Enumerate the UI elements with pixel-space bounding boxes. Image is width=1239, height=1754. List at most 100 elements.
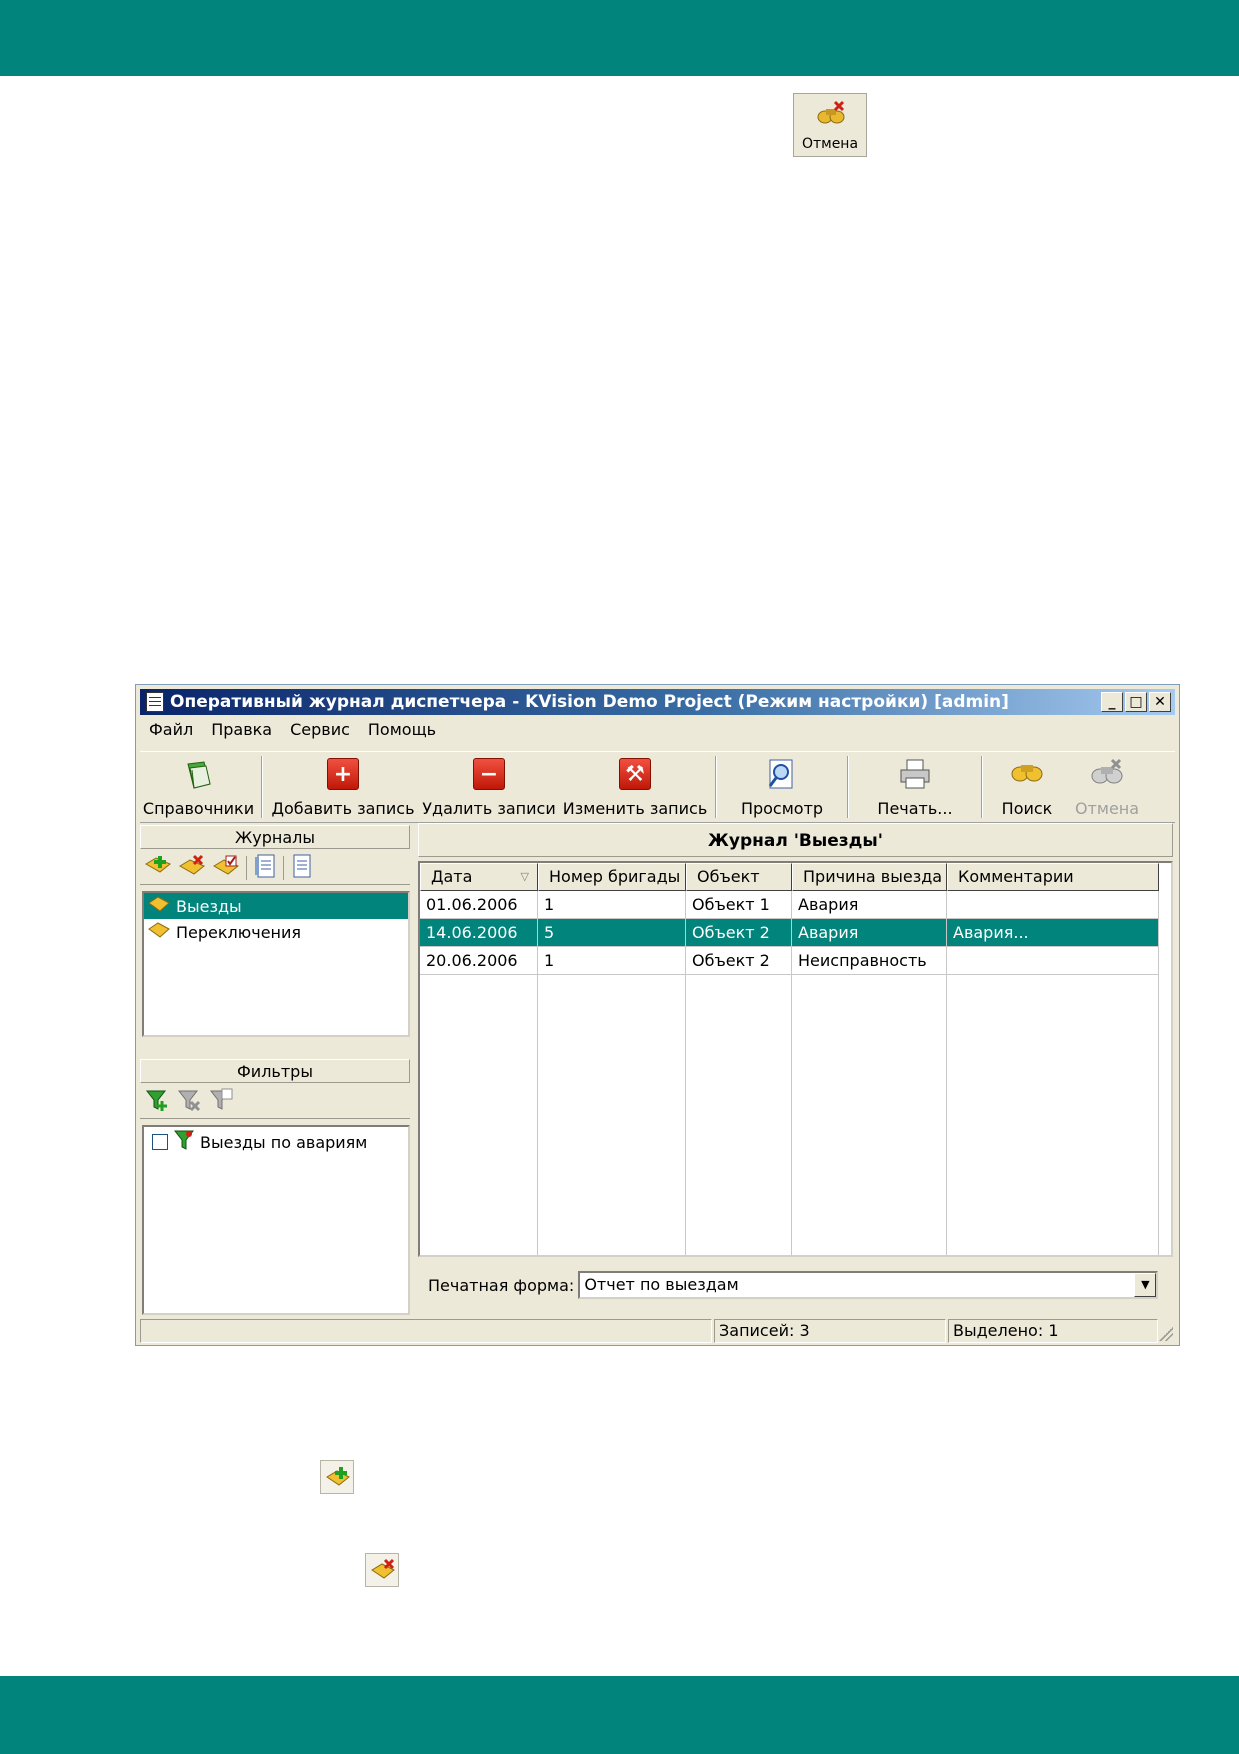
edit-filter-icon[interactable] — [208, 1087, 234, 1117]
add-filter-icon[interactable] — [144, 1087, 170, 1117]
print-form-value: Отчет по выездам — [584, 1275, 739, 1294]
print-label: Печать... — [877, 799, 953, 818]
preview-button[interactable]: Просмотр — [721, 752, 843, 822]
minimize-button[interactable]: _ — [1101, 692, 1123, 712]
filters-list: Выезды по авариям — [142, 1125, 410, 1315]
folder-icon — [148, 895, 170, 917]
delete-records-label: Удалить записи — [422, 799, 556, 818]
filters-header: Фильтры — [140, 1059, 410, 1083]
journal-item-label: Переключения — [176, 922, 302, 942]
toolbar: Справочники + Добавить запись − Удалить … — [140, 751, 1175, 823]
cancel-button-illustration: Отмена — [793, 93, 867, 157]
printer-icon — [898, 758, 932, 794]
print-form-row: Печатная форма: Отчет по выездам ▼ — [418, 1265, 1173, 1305]
add-journal-icon — [320, 1460, 354, 1494]
edit-wrench-icon: ⚒ — [619, 758, 651, 790]
cell-comment — [947, 891, 1159, 919]
column-header-date[interactable]: Дата ▽ — [420, 863, 538, 891]
window-title: Оперативный журнал диспетчера - KVision … — [170, 692, 1009, 712]
preview-label: Просмотр — [740, 799, 824, 818]
search-button[interactable]: Поиск — [987, 752, 1067, 822]
toolbar-separator — [847, 756, 849, 818]
menu-bar: Файл Правка Сервис Помощь — [140, 717, 1175, 741]
chevron-down-icon[interactable]: ▼ — [1134, 1273, 1157, 1297]
journal-properties-icon[interactable] — [253, 853, 277, 883]
journal-item-departures[interactable]: Выезды — [144, 893, 408, 919]
cell-reason: Авария — [792, 919, 947, 947]
cancel-label: Отмена — [1074, 799, 1140, 818]
journal-title: Журнал 'Выезды' — [418, 823, 1173, 857]
add-record-label: Добавить запись — [271, 799, 415, 818]
column-header-reason[interactable]: Причина выезда — [792, 863, 947, 891]
delete-records-button[interactable]: − Удалить записи — [419, 752, 559, 822]
filters-toolbar — [140, 1085, 410, 1119]
journals-header: Журналы — [140, 825, 410, 849]
title-bar: Оперативный журнал диспетчера - KVision … — [140, 689, 1175, 715]
cell-object: Объект 2 — [686, 947, 792, 975]
cell-date: 14.06.2006 — [420, 919, 538, 947]
toolbar-separator — [981, 756, 983, 818]
menu-file[interactable]: Файл — [140, 720, 202, 739]
filter-checkbox[interactable] — [152, 1134, 168, 1150]
menu-edit[interactable]: Правка — [202, 720, 281, 739]
cell-comment: Авария... — [947, 919, 1159, 947]
book-icon — [182, 758, 216, 796]
window-controls: _ □ ✕ — [1101, 692, 1171, 712]
print-form-label: Печатная форма: — [428, 1275, 575, 1295]
status-bar: Записей: 3 Выделено: 1 — [140, 1319, 1175, 1343]
add-record-button[interactable]: + Добавить запись — [267, 752, 419, 822]
edit-journal-icon[interactable] — [212, 854, 240, 882]
table-row-selected[interactable]: 14.06.2006 5 Объект 2 Авария Авария... — [420, 919, 1159, 947]
filter-item[interactable]: Выезды по авариям — [144, 1127, 408, 1157]
add-red-icon: + — [327, 758, 359, 790]
print-button[interactable]: Печать... — [853, 752, 977, 822]
cell-object: Объект 1 — [686, 891, 792, 919]
table-row[interactable]: 01.06.2006 1 Объект 1 Авария — [420, 891, 1159, 919]
delete-filter-icon[interactable] — [176, 1087, 202, 1117]
delete-journal-icon — [365, 1553, 399, 1587]
cell-date: 01.06.2006 — [420, 891, 538, 919]
column-header-object[interactable]: Объект — [686, 863, 792, 891]
cell-reason: Авария — [792, 891, 947, 919]
journals-toolbar — [140, 851, 410, 885]
cell-comment — [947, 947, 1159, 975]
delete-red-icon: − — [473, 758, 505, 790]
top-band — [0, 0, 1239, 76]
journals-list: Выезды Переключения — [142, 891, 410, 1037]
cell-date: 20.06.2006 — [420, 947, 538, 975]
directories-button[interactable]: Справочники — [140, 752, 257, 822]
cell-team: 5 — [538, 919, 686, 947]
close-button[interactable]: ✕ — [1149, 692, 1171, 712]
grid-header: Дата ▽ Номер бригады Объект Причина выез… — [420, 863, 1159, 891]
app-window: Оперативный журнал диспетчера - KVision … — [135, 684, 1180, 1346]
cell-team: 1 — [538, 947, 686, 975]
column-header-team[interactable]: Номер бригады — [538, 863, 686, 891]
edit-record-label: Изменить запись — [562, 799, 708, 818]
status-selected: Выделено: 1 — [948, 1319, 1158, 1343]
cell-reason: Неисправность — [792, 947, 947, 975]
column-header-comments[interactable]: Комментарии — [947, 863, 1159, 891]
cancel-label: Отмена — [801, 136, 859, 152]
journal-app-icon — [146, 692, 164, 712]
resize-grip[interactable] — [1159, 1327, 1173, 1341]
tools-separator — [283, 855, 284, 880]
add-journal-icon[interactable] — [144, 854, 172, 882]
binoculars-icon — [1010, 758, 1044, 788]
cancel-button[interactable]: Отмена — [1067, 752, 1147, 822]
table-row[interactable]: 20.06.2006 1 Объект 2 Неисправность — [420, 947, 1159, 975]
print-form-select[interactable]: Отчет по выездам ▼ — [578, 1271, 1159, 1299]
maximize-button[interactable]: □ — [1125, 692, 1147, 712]
bottom-band — [0, 1676, 1239, 1754]
journal-item-label: Выезды — [176, 896, 242, 916]
menu-help[interactable]: Помощь — [359, 720, 445, 739]
menu-service[interactable]: Сервис — [281, 720, 359, 739]
directories-label: Справочники — [142, 799, 255, 818]
edit-record-button[interactable]: ⚒ Изменить запись — [559, 752, 711, 822]
cell-team: 1 — [538, 891, 686, 919]
magnifier-icon — [766, 758, 798, 796]
journal-item-switching[interactable]: Переключения — [144, 919, 408, 945]
journal-document-icon[interactable] — [290, 853, 314, 883]
cell-object: Объект 2 — [686, 919, 792, 947]
sort-desc-icon: ▽ — [520, 870, 529, 883]
delete-journal-icon[interactable] — [178, 854, 206, 882]
